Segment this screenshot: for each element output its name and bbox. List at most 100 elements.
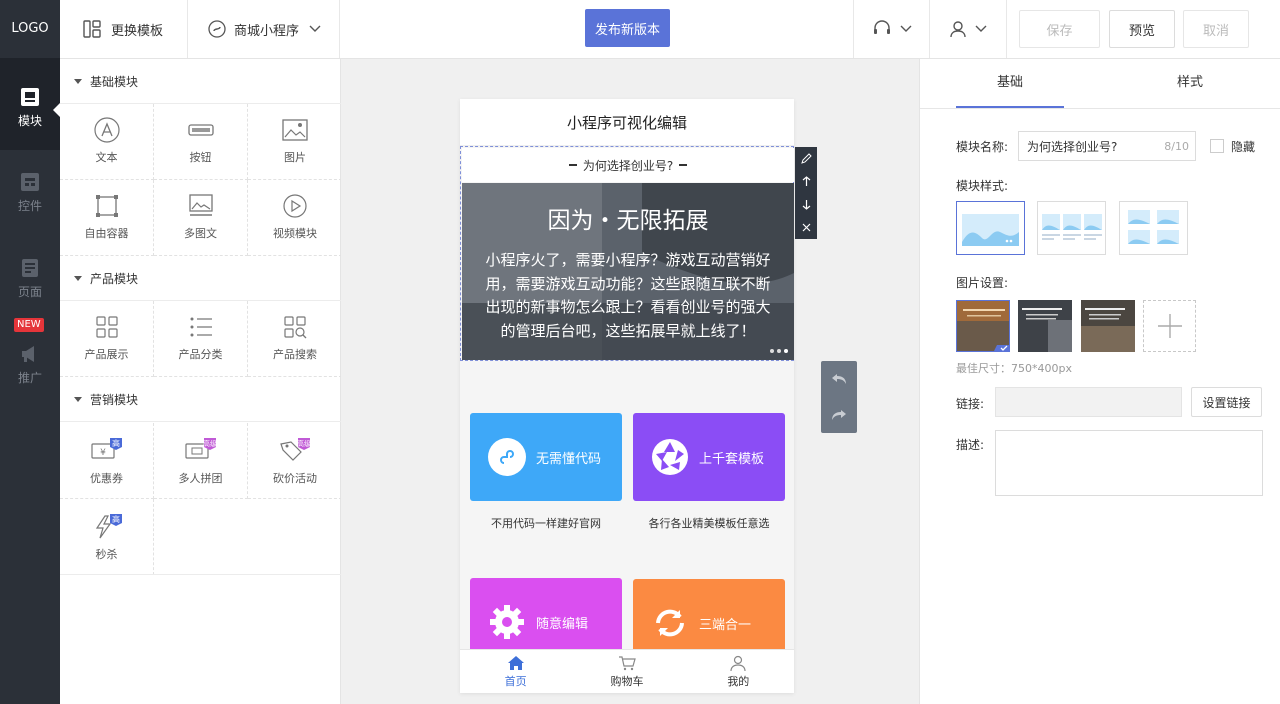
carousel-dots[interactable] [770,349,788,353]
module-multi-image-text[interactable]: 多图文 [154,180,248,256]
module-title: 为何选择创业号? [582,158,674,173]
section-product-header[interactable]: 产品模块 [60,256,341,301]
redo-icon[interactable] [821,397,857,433]
tab-home[interactable]: 首页 [460,650,571,693]
module-label: 按钮 [189,151,212,164]
history-controls [821,361,857,433]
lightning-icon: 高 [95,514,122,539]
description-textarea[interactable] [995,430,1263,496]
module-icon [21,88,39,106]
change-template-button[interactable]: 更换模板 [60,0,188,58]
aperture-icon [651,438,689,476]
style-option-3[interactable] [1119,201,1188,255]
section-marketing-title: 营销模块 [90,392,139,407]
feature-label: 上千套模板 [699,451,765,467]
module-group-buy[interactable]: 高级 多人拼团 [154,423,248,499]
module-coupon[interactable]: ¥ 高 优惠券 [60,423,154,499]
save-button[interactable]: 保存 [1019,10,1100,48]
new-badge: NEW [14,318,44,332]
image-thumb-3[interactable] [1081,300,1135,352]
move-down-icon[interactable] [795,193,817,216]
user-icon [730,655,746,671]
tab-cart[interactable]: 购物车 [571,650,682,693]
svg-text:高级: 高级 [297,439,311,448]
coupon-icon: ¥高 [90,438,122,459]
hide-label: 隐藏 [1231,140,1256,154]
style-option-1[interactable] [956,201,1025,255]
module-label: 自由容器 [84,227,129,240]
module-flash-sale[interactable]: 高 秒杀 [60,499,154,575]
gear-icon [488,603,526,641]
module-product-search[interactable]: 产品搜索 [248,301,342,377]
top-bar: 更换模板 商城小程序 发布新版本 保存 预览 取消 [60,0,1280,59]
module-video[interactable]: 视频模块 [248,180,342,256]
user-dropdown[interactable] [930,0,1007,58]
description-label: 描述: [956,438,985,452]
delete-icon[interactable] [795,216,817,239]
banner-image[interactable]: 因为・无限拓展 小程序火了，需要小程序？游戏互动营销好用，需要游戏互动功能？这些… [462,183,794,360]
support-dropdown[interactable] [853,0,930,58]
feature-card-templates[interactable]: 上千套模板 [633,413,785,501]
svg-text:高: 高 [112,438,120,448]
mall-app-dropdown[interactable]: 商城小程序 [188,0,340,58]
thumb-photo [1081,300,1135,352]
module-label: 秒杀 [95,548,118,561]
phone-title: 小程序可视化编辑 [460,99,794,146]
add-image-button[interactable] [1143,300,1196,352]
rail-item-controls[interactable]: 控件 [0,172,60,214]
selected-module[interactable]: 为何选择创业号? 因为・无限拓展 小程序火了，需要小程序？游戏互动营销好用，需要… [460,146,794,361]
module-name-value: 为何选择创业号? [1027,139,1118,154]
module-toolbar [795,147,817,239]
logo: LOGO [0,0,60,58]
module-image[interactable]: 图片 [248,104,342,180]
section-marketing-header[interactable]: 营销模块 [60,377,341,422]
plus-icon [1157,314,1182,338]
module-button[interactable]: 按钮 [154,104,248,180]
tab-label: 我的 [727,675,750,688]
property-tabs: 基础 样式 [920,59,1280,109]
module-name-input[interactable]: 为何选择创业号? 8/10 [1018,131,1196,161]
module-label: 图片 [284,151,306,164]
style-option-2[interactable] [1037,201,1106,255]
image-thumb-1[interactable] [956,300,1010,352]
rail-item-pages[interactable]: 页面 [0,258,60,300]
image-icon [282,119,308,141]
module-text[interactable]: 文本 [60,104,154,180]
section-basic-header[interactable]: 基础模块 [60,59,341,104]
tab-profile[interactable]: 我的 [683,650,794,693]
move-up-icon[interactable] [795,170,817,193]
thumb-photo [1018,300,1072,352]
char-count: 8/10 [1164,139,1189,153]
preview-button[interactable]: 预览 [1109,10,1175,48]
megaphone-icon [22,346,34,362]
set-link-button[interactable]: 设置链接 [1191,387,1262,417]
tab-style[interactable]: 样式 [1100,59,1280,108]
tab-basic[interactable]: 基础 [920,59,1100,108]
cancel-button[interactable]: 取消 [1183,10,1249,48]
undo-icon[interactable] [821,361,857,397]
feature-caption: 各行各业精美模板任意选 [648,517,770,530]
svg-text:¥: ¥ [100,448,106,458]
edit-icon[interactable] [795,147,817,170]
feature-caption: 不用代码一样建好官网 [491,517,601,530]
module-product-display[interactable]: 产品展示 [60,301,154,377]
gallery-icon [188,194,213,216]
text-icon [93,117,120,143]
mini-program-icon [208,20,226,38]
module-free-container[interactable]: 自由容器 [60,180,154,256]
grid-icon [95,316,118,338]
module-name-label: 模块名称: [956,140,1009,154]
image-thumb-2[interactable] [1018,300,1072,352]
container-icon [95,195,118,217]
rail-active-arrow [53,103,60,117]
module-product-category[interactable]: 产品分类 [154,301,248,377]
panel-divider [60,574,341,575]
link-input[interactable] [995,387,1182,417]
headset-icon [873,20,890,34]
publish-button[interactable]: 发布新版本 [585,9,670,47]
rail-item-modules[interactable]: 模块 [0,87,60,129]
hide-checkbox[interactable] [1210,139,1224,153]
feature-card-no-code[interactable]: 无需懂代码 [470,413,622,501]
rail-item-promotion[interactable]: 推广 [0,344,60,386]
module-bargain[interactable]: 高级 砍价活动 [248,423,342,499]
